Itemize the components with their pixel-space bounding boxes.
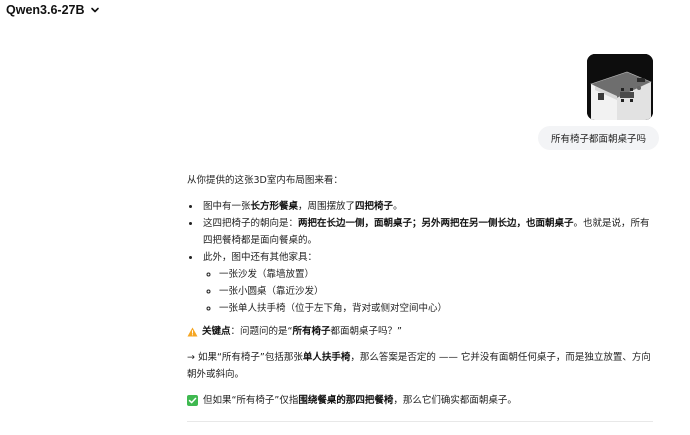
bullet-chair-orientation: 这四把椅子的朝向是：两把在长边一侧，面朝桌子；另外两把在另一侧长边，也面朝桌子。… [201,215,657,249]
furniture-item: 一张单人扶手椅（位于左下角，背对或侧对空间中心） [219,300,657,317]
furniture-item: 一张小圆桌（靠近沙发） [219,283,657,300]
bullet-other-furniture: 此外，图中还有其他家具： 一张沙发（靠墙放置） 一张小圆桌（靠近沙发） 一张单人… [201,249,657,317]
dining-chairs-case-line: 但如果“所有椅子”仅指围绕餐桌的那四把餐椅，那么它们确实都面朝桌子。 [187,392,657,409]
furniture-sub-list: 一张沙发（靠墙放置） 一张小圆桌（靠近沙发） 一张单人扶手椅（位于左下角，背对或… [203,266,657,317]
model-selector[interactable]: Qwen3.6-27B [6,3,100,17]
answer-intro: 从你提供的这张3D室内布局图来看： [187,175,343,186]
warning-icon [187,327,198,337]
key-point-label: 关键点 [202,326,231,337]
user-message-text: 所有椅子都面朝桌子吗 [551,134,647,145]
room-layout-render [587,54,653,120]
check-box-icon [187,395,198,406]
model-name: Qwen3.6-27B [6,3,85,17]
chevron-down-icon [90,7,99,13]
user-uploaded-image[interactable] [587,54,653,120]
divider [187,421,653,422]
key-point-line: 关键点：问题问的是“所有椅子都面朝桌子吗？” [187,323,657,340]
furniture-item: 一张沙发（靠墙放置） [219,266,657,283]
answer-bullet-list: 图中有一张长方形餐桌，周围摆放了四把椅子。 这四把椅子的朝向是：两把在长边一侧，… [187,198,657,317]
bullet-table-and-chairs: 图中有一张长方形餐桌，周围摆放了四把椅子。 [201,198,657,215]
user-message-bubble: 所有椅子都面朝桌子吗 [538,126,660,150]
armchair-case-line: → 如果“所有椅子”包括那张单人扶手椅，那么答案是否定的 —— 它并没有面朝任何… [187,352,651,380]
assistant-answer: 从你提供的这张3D室内布局图来看： 图中有一张长方形餐桌，周围摆放了四把椅子。 … [187,172,657,409]
